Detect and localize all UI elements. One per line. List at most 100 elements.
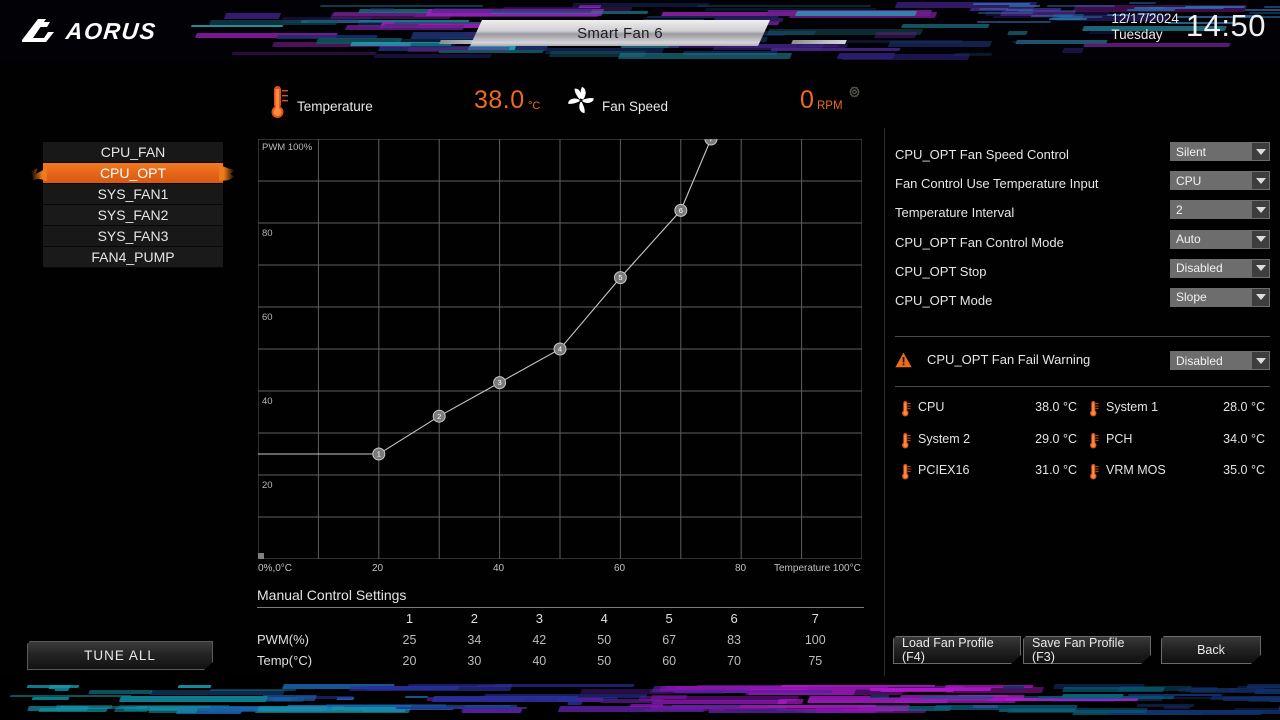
setting-dropdown-5[interactable]: Slope [1170,288,1270,307]
decorative-streak [231,52,376,55]
manual-cell[interactable]: 60 [637,650,702,671]
sensor-vrm-mos: VRM MOS 35.0 °C [1085,461,1270,482]
manual-cell[interactable]: 50 [572,629,637,650]
manual-table-row: Temp(°C) 20 30 40 50 60 70 75 [257,650,864,671]
chevron-down-icon[interactable] [1252,352,1269,369]
manual-cell[interactable]: 20 [377,650,442,671]
curve-point-label: 3 [498,378,502,387]
decorative-streak [1177,688,1236,692]
manual-cell[interactable]: 30 [442,650,507,671]
setting-row-1[interactable]: Fan Control Use Temperature Input CPU [895,169,1270,198]
page-title: Smart Fan 6 [577,25,663,42]
y-axis-label-top: PWM 100% [262,142,312,153]
save-fan-profile-button[interactable]: Save Fan Profile (F3) [1023,636,1151,664]
origin-handle[interactable] [258,553,264,559]
fan-list-item-fan4_pump[interactable]: FAN4_PUMP [43,247,223,268]
setting-label-3: CPU_OPT Fan Control Mode [895,235,1064,250]
sensor-name: System 1 [1106,400,1158,414]
setting-row-4[interactable]: CPU_OPT Stop Disabled [895,257,1270,286]
fan-list-item-cpu_fan[interactable]: CPU_FAN [43,142,223,163]
decorative-streak [697,5,872,7]
load-fan-profile-button[interactable]: Load Fan Profile (F4) [893,636,1021,664]
y-axis-tick-40: 40 [262,396,273,407]
setting-label-0: CPU_OPT Fan Speed Control [895,147,1069,162]
tune-all-button[interactable]: TUNE ALL [27,641,213,670]
fan-list-item-sys_fan3[interactable]: SYS_FAN3 [43,226,223,247]
setting-dropdown-3[interactable]: Auto [1170,230,1270,249]
decorative-streak [119,696,268,702]
app-footer [0,676,1280,720]
thermometer-icon [900,400,911,417]
sensor-value: 34.0 °C [1205,432,1265,446]
setting-row-0[interactable]: CPU_OPT Fan Speed Control Silent [895,140,1270,169]
decorative-streak [10,695,132,697]
chevron-down-icon[interactable] [1252,143,1269,160]
manual-control-table[interactable]: 1 2 3 4 5 6 7 PWM(%) 25 34 42 50 67 83 100 Temp(°C) 20 30… [257,608,864,671]
decorative-streak [1248,696,1280,702]
decorative-streak [795,11,917,16]
back-button[interactable]: Back [1161,636,1261,664]
chevron-down-icon[interactable] [1252,172,1269,189]
fan-settings-list[interactable]: CPU_OPT Fan Speed Control Silent Fan Contr… [895,140,1270,315]
manual-cell[interactable]: 100 [767,629,864,650]
manual-cell[interactable]: 50 [572,650,637,671]
manual-cell[interactable]: 75 [767,650,864,671]
decorative-streak [638,696,798,701]
fan-curve-chart[interactable]: 1 2 3 4 5 6 7 PWM 100% 80 60 40 20 0%,0°C 20 4… [258,139,862,559]
setting-row-5[interactable]: CPU_OPT Mode Slope [895,286,1270,315]
setting-row-3[interactable]: CPU_OPT Fan Control Mode Auto [895,228,1270,257]
fan-curve-plot[interactable]: 1 2 3 4 5 6 7 [258,139,862,559]
fan-selector-list[interactable]: CPU_FAN CPU_OPT SYS_FAN1 SYS_FAN2 SYS_FAN3 FA… [43,142,223,268]
manual-cell[interactable]: 25 [377,629,442,650]
decorative-streak [1060,16,1103,18]
fan-list-item-sys_fan1[interactable]: SYS_FAN1 [43,184,223,205]
aorus-logo: AORUS [20,16,180,46]
manual-cell[interactable]: 40 [507,650,572,671]
decorative-streak [777,699,804,704]
fan-speed-label: Fan Speed [602,99,668,114]
decorative-streak [31,697,69,700]
header-weekday: Tuesday [1111,27,1179,43]
manual-cell[interactable]: 83 [702,629,767,650]
sensor-value: 31.0 °C [1017,463,1077,477]
decorative-streak [1264,6,1280,8]
setting-dropdown-4[interactable]: Disabled [1170,259,1270,278]
fan-list-item-sys_fan2[interactable]: SYS_FAN2 [43,205,223,226]
sensor-value: 29.0 °C [1017,432,1077,446]
setting-dropdown-0[interactable]: Silent [1170,142,1270,161]
setting-row-2[interactable]: Temperature Interval 2 [895,198,1270,227]
chevron-down-icon[interactable] [1252,201,1269,218]
manual-column-header-5: 5 [637,608,702,629]
fan-fail-warning-row[interactable]: CPU_OPT Fan Fail Warning Disabled [895,350,1270,372]
setting-dropdown-1[interactable]: CPU [1170,171,1270,190]
manual-cell[interactable]: 34 [442,629,507,650]
fan-curve-line [258,139,711,454]
sensor-name: CPU [918,400,944,414]
decorative-streak [177,685,212,688]
chevron-down-icon[interactable] [1252,260,1269,277]
manual-cell[interactable]: 70 [702,650,767,671]
temperature-unit: °C [528,100,540,112]
decorative-streak [495,684,635,687]
fan-list-item-cpu_opt[interactable]: CPU_OPT [43,163,223,184]
setting-label-2: Temperature Interval [895,205,1014,220]
setting-value-1: CPU [1170,174,1252,188]
manual-cell[interactable]: 67 [637,629,702,650]
decorative-streak [26,685,79,688]
decorative-streak [320,5,484,7]
decorative-streak [978,8,1008,10]
sensor-pciex16: PCIEX16 31.0 °C [897,461,1085,482]
thermometer-icon [900,463,911,480]
title-plate-tail-right [791,40,847,44]
y-axis-tick-60: 60 [262,312,273,323]
warning-triangle-icon [895,352,912,368]
thermometer-icon [900,432,911,449]
manual-cell[interactable]: 42 [507,629,572,650]
y-axis-tick-20: 20 [262,480,273,491]
decorative-streak [1007,31,1028,35]
chevron-down-icon[interactable] [1252,231,1269,248]
chevron-down-icon[interactable] [1252,289,1269,306]
setting-dropdown-2[interactable]: 2 [1170,200,1270,219]
decorative-streak [1007,708,1148,713]
fan-fail-warning-dropdown[interactable]: Disabled [1170,351,1270,370]
